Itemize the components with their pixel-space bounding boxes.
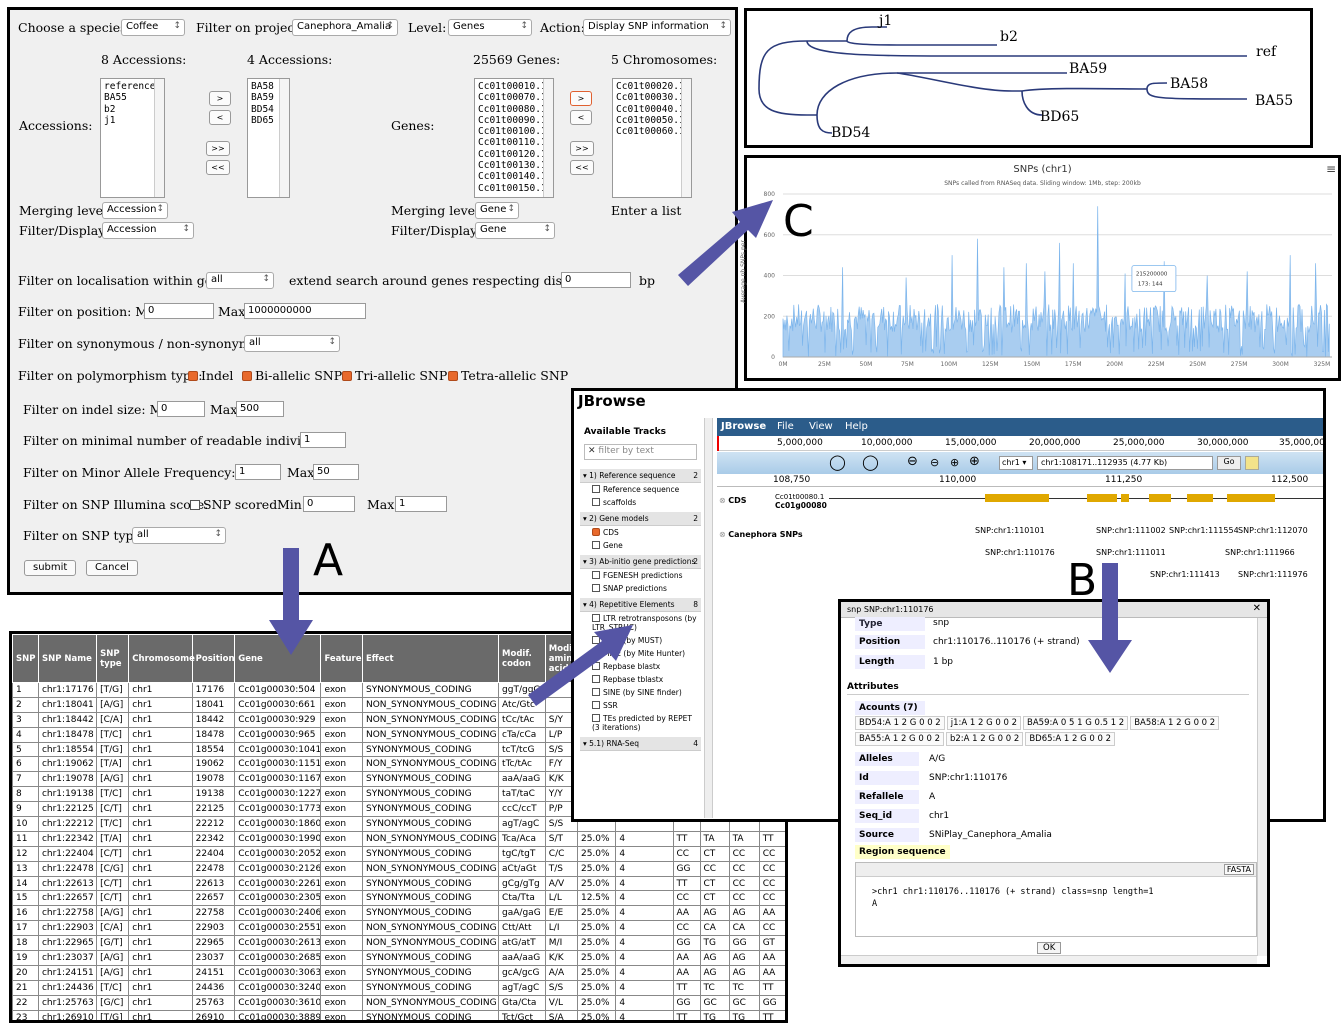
- arrow-a: [269, 548, 313, 655]
- annotation-arrows: [269, 200, 1132, 706]
- arrow-c: [678, 200, 773, 286]
- label-b: B: [1067, 555, 1098, 606]
- label-a: A: [313, 535, 344, 586]
- label-c: C: [783, 196, 814, 247]
- arrow-jbrowse: [528, 625, 633, 706]
